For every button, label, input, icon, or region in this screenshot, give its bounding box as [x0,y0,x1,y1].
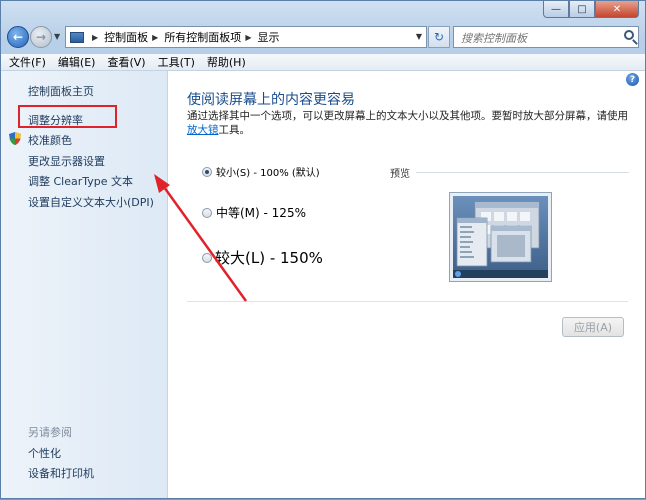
desktop-preview-illustration [453,196,548,278]
sidebar-item-cleartype[interactable]: 调整 ClearType 文本 [28,173,133,189]
address-dropdown-icon[interactable]: ▼ [416,32,422,41]
sidebar-item-devices-printers[interactable]: 设备和打印机 [28,465,94,481]
option-smaller[interactable]: 较小(S) - 100% (默认) [202,164,320,179]
preview-image [449,192,552,282]
shield-icon [9,132,21,145]
sidebar-item-adjust-resolution[interactable]: 调整分辨率 [28,112,83,128]
menu-help[interactable]: 帮助(H) [207,54,246,70]
help-icon[interactable]: ? [626,73,639,86]
description-text: 通过选择其中一个选项，可以更改屏幕上的文本大小以及其他项。要暂时放大部分屏幕，请… [187,110,628,122]
radio-smaller[interactable] [202,166,212,177]
menu-view[interactable]: 查看(V) [107,54,145,70]
content-area: 控制面板主页 调整分辨率 校准颜色 更改显示器设置 调整 ClearType 文… [1,71,645,498]
refresh-button[interactable]: ↻ [428,26,450,48]
recent-pages-dropdown-icon[interactable]: ▼ [54,32,60,41]
page-title: 使阅读屏幕上的内容更容易 [187,92,355,108]
minimize-button[interactable]: — [543,1,569,18]
radio-larger[interactable] [202,252,212,263]
see-also-heading: 另请参阅 [28,426,72,439]
magnifier-link[interactable]: 放大镜 [187,124,219,136]
breadcrumb-separator-icon[interactable]: ▶ [152,33,158,42]
search-input[interactable] [459,28,613,48]
breadcrumb-display[interactable]: 显示 [257,29,279,45]
explorer-window: — □ ✕ ← → ▼ ▶ 控制面板 ▶ 所有控制面板项 ▶ 显示 ▼ ↻ 文件… [0,0,646,499]
sidebar-item-change-display-settings[interactable]: 更改显示器设置 [28,153,105,169]
sidebar-item-calibrate-color[interactable]: 校准颜色 [28,132,72,148]
breadcrumb-all-items[interactable]: 所有控制面板项 [164,29,241,45]
menu-tools[interactable]: 工具(T) [158,54,195,70]
option-smaller-label[interactable]: 较小(S) - 100% (默认) [216,164,320,179]
menu-bar: 文件(F) 编辑(E) 查看(V) 工具(T) 帮助(H) [1,53,645,71]
sidebar: 控制面板主页 调整分辨率 校准颜色 更改显示器设置 调整 ClearType 文… [1,71,168,498]
search-icon[interactable] [624,30,634,40]
description-suffix: 工具。 [218,124,251,136]
breadcrumb-control-panel[interactable]: 控制面板 [104,29,148,45]
address-bar[interactable]: ▶ 控制面板 ▶ 所有控制面板项 ▶ 显示 ▼ [65,26,427,48]
menu-edit[interactable]: 编辑(E) [58,54,96,70]
title-buttons: — □ ✕ [543,1,639,19]
option-larger-label[interactable]: 较大(L) - 150% [215,247,323,268]
menu-file[interactable]: 文件(F) [9,54,46,70]
maximize-button[interactable]: □ [569,1,595,18]
option-medium[interactable]: 中等(M) - 125% [202,204,306,221]
main-panel: ? 使阅读屏幕上的内容更容易 通过选择其中一个选项，可以更改屏幕上的文本大小以及… [168,71,645,498]
forward-button[interactable]: → [30,26,52,48]
section-divider [187,301,628,302]
breadcrumb-separator-icon[interactable]: ▶ [245,33,251,42]
option-larger[interactable]: 较大(L) - 150% [202,247,323,268]
search-box[interactable] [453,26,639,48]
close-button[interactable]: ✕ [595,1,639,18]
preview-label: 预览 [390,169,410,180]
page-description: 通过选择其中一个选项，可以更改屏幕上的文本大小以及其他项。要暂时放大部分屏幕，请… [187,109,630,137]
navigation-bar: ← → ▼ ▶ 控制面板 ▶ 所有控制面板项 ▶ 显示 ▼ ↻ [7,26,639,48]
breadcrumb-separator-icon[interactable]: ▶ [92,33,98,42]
apply-button[interactable]: 应用(A) [562,317,624,337]
back-button[interactable]: ← [7,26,29,48]
preview-divider [416,172,629,173]
control-panel-icon [70,31,84,43]
radio-medium[interactable] [202,207,212,218]
sidebar-item-control-panel-home[interactable]: 控制面板主页 [28,83,94,99]
option-medium-label[interactable]: 中等(M) - 125% [216,204,306,221]
sidebar-item-personalization[interactable]: 个性化 [28,445,61,461]
sidebar-item-custom-dpi[interactable]: 设置自定义文本大小(DPI) [28,194,154,210]
